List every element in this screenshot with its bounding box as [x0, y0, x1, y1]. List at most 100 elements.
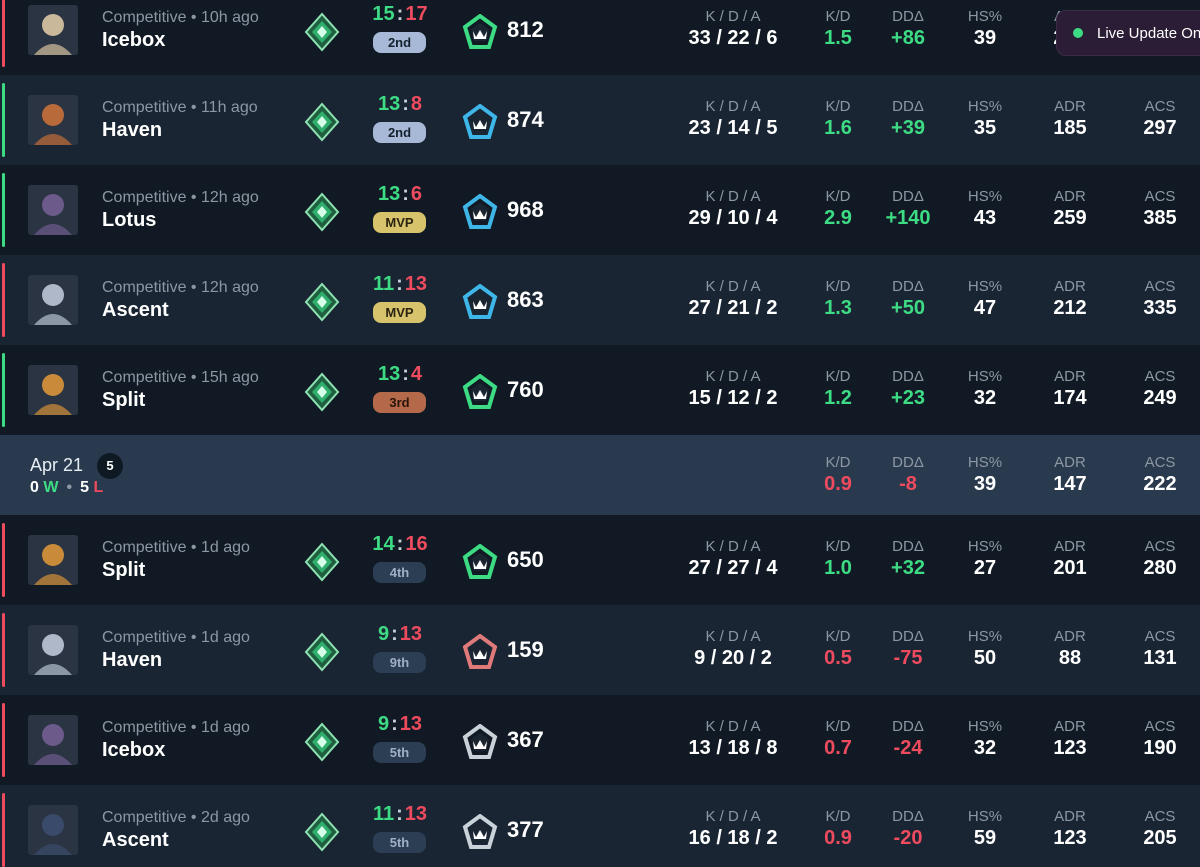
score-enemy: 16	[405, 533, 428, 555]
kd-value: 0.7	[824, 737, 852, 759]
kda-label: K / D / A	[705, 188, 761, 205]
placement-badge: MVP	[373, 302, 426, 323]
kda-stat: K / D / A 27 / 27 / 4	[673, 539, 793, 580]
dd-stat: DDΔ +39	[868, 99, 948, 140]
agent-avatar	[28, 95, 78, 145]
dd-stat: DDΔ +140	[868, 189, 948, 230]
adr-value: 201	[1053, 557, 1087, 579]
rank-ascendant-icon	[302, 722, 342, 762]
dd-value: +39	[891, 117, 925, 139]
dd-stat: DDΔ +32	[868, 539, 948, 580]
adr-value: 212	[1053, 297, 1087, 319]
kda-stat: K / D / A 15 / 12 / 2	[673, 369, 793, 410]
acs-value: 249	[1143, 387, 1177, 409]
match-row[interactable]: Competitive • 1d ago Icebox 9:13 5th 367…	[0, 695, 1200, 785]
hs-stat: HS% 32	[950, 369, 1020, 410]
match-row[interactable]: Competitive • 15h ago Split 13:4 3rd 760…	[0, 345, 1200, 435]
match-score: 14:16	[356, 533, 444, 556]
map-name: Icebox	[102, 29, 166, 51]
kd-stat: K/D 1.3	[808, 279, 868, 320]
live-update-toast[interactable]: Live Update On	[1056, 10, 1200, 56]
score-team: 11	[372, 273, 395, 295]
score-separator: :	[402, 363, 409, 385]
hs-stat: HS% 32	[950, 719, 1020, 760]
acs-stat: ACS 205	[1125, 809, 1195, 850]
score-enemy: 6	[410, 183, 423, 205]
day-summary-losses: 5	[80, 479, 89, 496]
day-summary-wins-letter: W	[43, 479, 59, 496]
dd-value: +50	[891, 297, 925, 319]
acs-stat: ACS 385	[1125, 189, 1195, 230]
kd-value: 0.9	[824, 473, 852, 495]
match-row[interactable]: Competitive • 12h ago Ascent 11:13 MVP 8…	[0, 255, 1200, 345]
kd-label: K/D	[825, 538, 851, 555]
match-row[interactable]: Competitive • 1d ago Split 14:16 4th 650…	[0, 515, 1200, 605]
map-name: Ascent	[102, 829, 169, 851]
adr-label: ADR	[1054, 98, 1086, 115]
rank-ascendant-icon	[302, 102, 342, 142]
acs-stat: ACS 297	[1125, 99, 1195, 140]
kda-stat: K / D / A 29 / 10 / 4	[673, 189, 793, 230]
performance-score: 377	[507, 817, 544, 842]
hs-stat: HS% 50	[950, 629, 1020, 670]
match-score: 9:13	[356, 713, 444, 736]
adr-value: 185	[1053, 117, 1087, 139]
hs-value: 59	[973, 827, 997, 849]
performance-score: 812	[507, 17, 544, 42]
kd-stat: K/D 0.9	[808, 809, 868, 850]
kda-value: 9 / 20 / 2	[694, 647, 772, 669]
live-status-dot-icon	[1073, 28, 1083, 38]
match-mode-time: Competitive • 1d ago	[102, 539, 250, 556]
kda-label: K / D / A	[705, 98, 761, 115]
kda-stat: K / D / A 33 / 22 / 6	[673, 9, 793, 50]
dd-value: -75	[893, 647, 923, 669]
acs-label: ACS	[1144, 454, 1176, 471]
map-name: Haven	[102, 649, 163, 671]
kda-label: K / D / A	[705, 718, 761, 735]
kda-stat: K / D / A 16 / 18 / 2	[673, 809, 793, 850]
acs-label: ACS	[1144, 98, 1176, 115]
kda-label: K / D / A	[705, 808, 761, 825]
match-row[interactable]: Competitive • 1d ago Haven 9:13 9th 159 …	[0, 605, 1200, 695]
adr-value: 123	[1053, 737, 1087, 759]
hs-label: HS%	[967, 628, 1003, 645]
match-row[interactable]: Competitive • 10h ago Icebox 15:17 2nd 8…	[0, 0, 1200, 75]
adr-stat: ADR 123	[1035, 809, 1105, 850]
match-mode-time: Competitive • 12h ago	[102, 189, 259, 206]
dd-value: -24	[893, 737, 923, 759]
acs-value: 385	[1143, 207, 1177, 229]
score-team: 13	[377, 93, 401, 115]
adr-label: ADR	[1054, 808, 1086, 825]
day-summary-match-count: 5	[97, 453, 123, 479]
match-row[interactable]: Competitive • 2d ago Ascent 11:13 5th 37…	[0, 785, 1200, 867]
hs-label: HS%	[967, 98, 1003, 115]
score-separator: :	[396, 273, 403, 295]
match-row[interactable]: Competitive • 12h ago Lotus 13:6 MVP 968…	[0, 165, 1200, 255]
adr-stat: ADR 185	[1035, 99, 1105, 140]
dd-stat: DDΔ -75	[868, 629, 948, 670]
day-summary-acs: ACS 222	[1125, 455, 1195, 496]
kd-stat: K/D 1.0	[808, 539, 868, 580]
acs-label: ACS	[1144, 188, 1176, 205]
adr-label: ADR	[1054, 454, 1086, 471]
kd-label: K/D	[825, 368, 851, 385]
separator-dot: •	[66, 479, 73, 496]
kd-label: K/D	[825, 454, 851, 471]
kd-stat: K/D 1.5	[808, 9, 868, 50]
acs-label: ACS	[1144, 278, 1176, 295]
kda-label: K / D / A	[705, 628, 761, 645]
kd-stat: K/D 0.5	[808, 629, 868, 670]
performance-score: 874	[507, 107, 544, 132]
match-row[interactable]: Competitive • 11h ago Haven 13:8 2nd 874…	[0, 75, 1200, 165]
kda-label: K / D / A	[705, 368, 761, 385]
acs-value: 297	[1143, 117, 1177, 139]
day-summary-losses-letter: L	[93, 479, 104, 496]
dd-stat: DDΔ -20	[868, 809, 948, 850]
day-summary-date: Apr 21	[30, 455, 84, 475]
placement-badge: 4th	[373, 562, 426, 583]
hs-stat: HS% 35	[950, 99, 1020, 140]
kda-value: 16 / 18 / 2	[688, 827, 778, 849]
acs-stat: ACS 249	[1125, 369, 1195, 410]
dd-stat: DDΔ -24	[868, 719, 948, 760]
hs-value: 47	[973, 297, 997, 319]
